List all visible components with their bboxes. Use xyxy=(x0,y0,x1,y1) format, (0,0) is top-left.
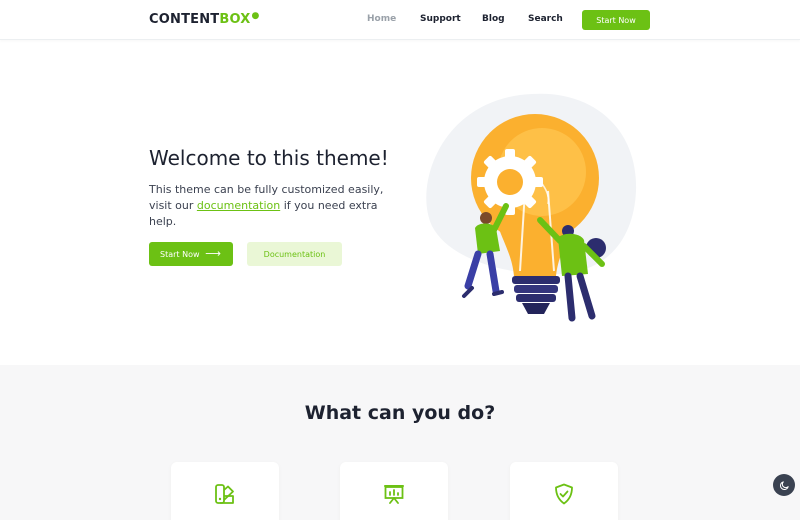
arrow-right-icon: ⟶ xyxy=(205,247,221,260)
documentation-link[interactable]: documentation xyxy=(197,199,280,212)
brand-logo[interactable]: CONTENTBOX● xyxy=(149,11,260,27)
features-title: What can you do? xyxy=(304,402,496,424)
feature-card-customize[interactable] xyxy=(171,462,279,520)
logo-mark: ● xyxy=(251,11,260,21)
lightbulb-gear-people-illustration xyxy=(426,93,637,322)
hero-documentation-button[interactable]: Documentation xyxy=(247,242,342,266)
moon-icon xyxy=(779,480,789,490)
nav-link-search[interactable]: Search xyxy=(528,14,563,24)
feature-card-secure[interactable] xyxy=(510,462,618,520)
presentation-board-icon xyxy=(384,485,404,504)
dark-mode-toggle[interactable] xyxy=(773,474,795,496)
swatch-palette-icon xyxy=(215,484,234,504)
hero-description: This theme can be fully customized easil… xyxy=(149,182,389,230)
nav-link-home[interactable]: Home xyxy=(367,14,396,24)
logo-text-main: CONTENT xyxy=(149,12,220,27)
shield-check-icon xyxy=(555,483,573,505)
nav-link-blog[interactable]: Blog xyxy=(482,14,505,24)
hero-start-now-button[interactable]: Start Now ⟶ xyxy=(149,242,233,266)
feature-card-present[interactable] xyxy=(340,462,448,520)
navbar: CONTENTBOX● Home Support Blog Search Sta… xyxy=(0,0,800,40)
nav-start-now-button[interactable]: Start Now xyxy=(582,10,650,30)
hero-start-now-label: Start Now xyxy=(160,249,200,259)
nav-link-support[interactable]: Support xyxy=(420,14,461,24)
hero-title: Welcome to this theme! xyxy=(149,146,389,170)
logo-text-accent: BOX xyxy=(219,12,251,27)
